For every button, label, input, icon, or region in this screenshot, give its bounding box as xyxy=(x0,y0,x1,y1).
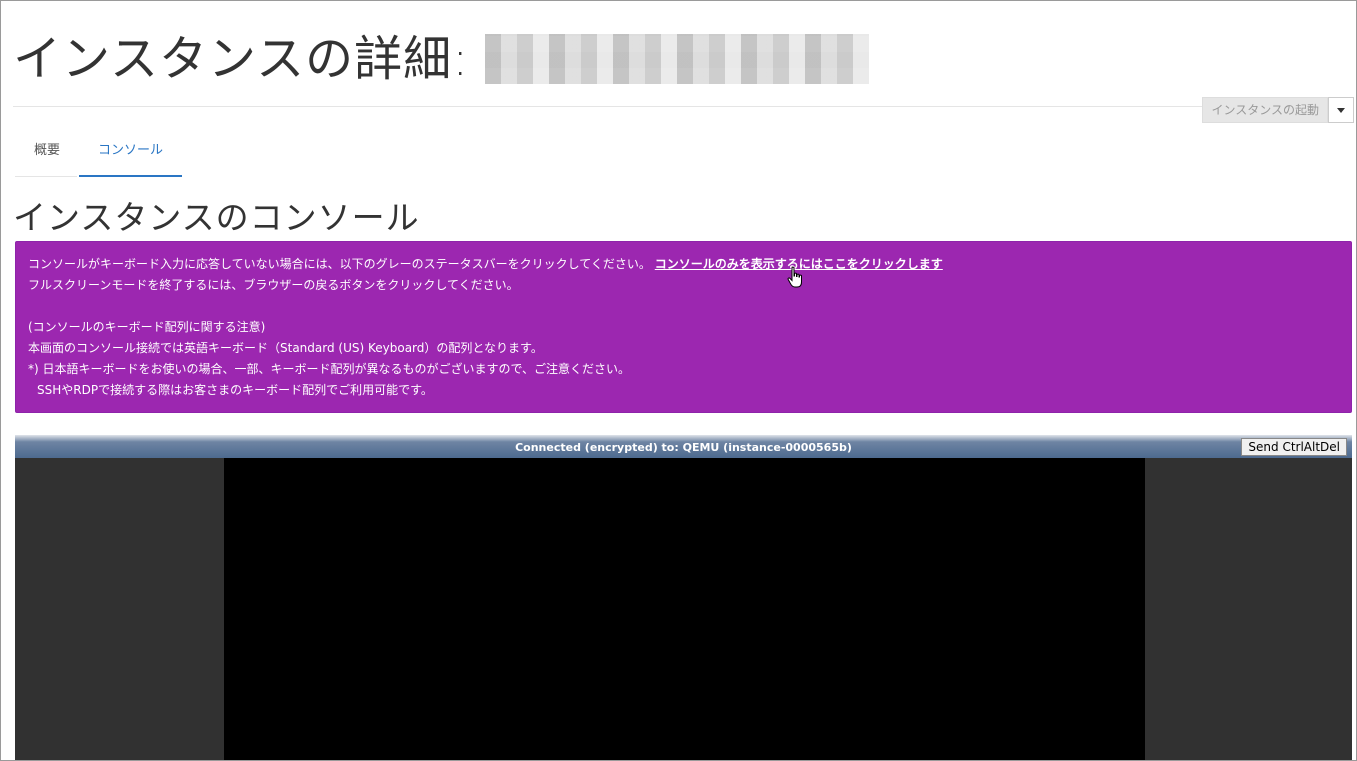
tabs-divider xyxy=(15,176,77,177)
launch-dropdown-toggle[interactable] xyxy=(1328,97,1354,123)
console-screen[interactable] xyxy=(224,458,1145,760)
alert-text: フルスクリーンモードを終了するには、ブラウザーの戻るボタンをクリックしてください… xyxy=(28,278,519,292)
alert-text: コンソールがキーボード入力に応答していない場合には、以下のグレーのステータスバー… xyxy=(28,257,651,271)
section-title: インスタンスのコンソール xyxy=(13,198,420,237)
tab-bar: 概要 コンソール xyxy=(15,129,183,177)
chevron-down-icon xyxy=(1337,107,1345,113)
tab-overview[interactable]: 概要 xyxy=(15,129,79,177)
alert-note: *) 日本語キーボードをお使いの場合、一部、キーボード配列が異なるものがございま… xyxy=(28,362,631,376)
alert-line: コンソールがキーボード入力に応答していない場合には、以下のグレーのステータスバー… xyxy=(28,254,1339,275)
launch-instance-button[interactable]: インスタンスの起動 xyxy=(1202,97,1328,123)
console-status-bar[interactable]: Connected (encrypted) to: QEMU (instance… xyxy=(15,435,1352,458)
header-divider xyxy=(13,106,1354,107)
hand-pointer-icon xyxy=(787,266,802,288)
page-title: インスタンスの詳細: xyxy=(13,31,470,87)
page-header: インスタンスの詳細: xyxy=(13,19,870,99)
alert-note: 本画面のコンソール接続では英語キーボード（Standard (US) Keybo… xyxy=(28,341,543,355)
tab-console[interactable]: コンソール xyxy=(79,129,183,177)
console-info-alert: コンソールがキーボード入力に応答していない場合には、以下のグレーのステータスバー… xyxy=(15,241,1352,413)
send-ctrlaltdel-button[interactable]: Send CtrlAltDel xyxy=(1241,438,1347,456)
alert-spacer xyxy=(28,296,1339,317)
console-status-text: Connected (encrypted) to: QEMU (instance… xyxy=(515,441,852,454)
redacted-instance-name xyxy=(485,34,870,84)
alert-note: SSHやRDPで接続する際はお客さまのキーボード配列でご利用可能です。 xyxy=(37,383,433,397)
alert-note-title: (コンソールのキーボード配列に関する注意) xyxy=(28,320,266,334)
vnc-console[interactable]: Connected (encrypted) to: QEMU (instance… xyxy=(15,435,1352,760)
launch-instance-group: インスタンスの起動 xyxy=(1202,97,1354,123)
